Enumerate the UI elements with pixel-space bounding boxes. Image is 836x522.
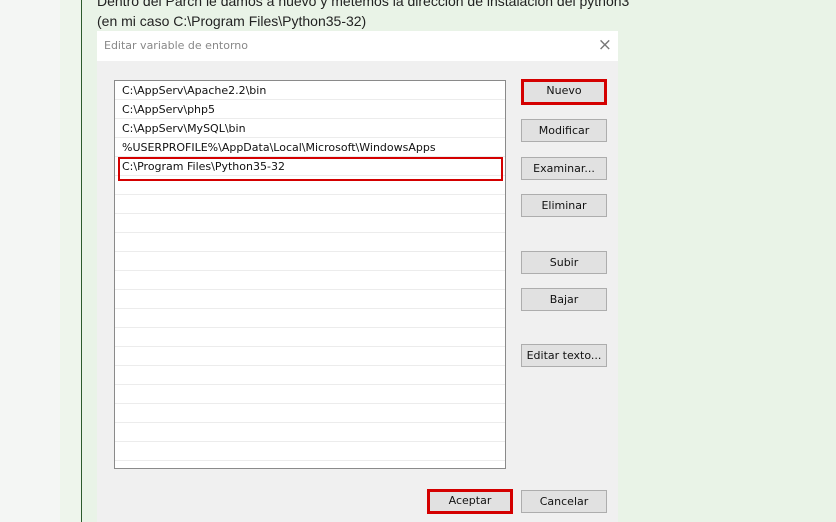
path-list-item[interactable] bbox=[115, 347, 505, 366]
left-pane bbox=[0, 0, 60, 522]
path-list-item[interactable]: C:\AppServ\php5 bbox=[115, 100, 505, 119]
new-button[interactable]: Nuevo bbox=[521, 79, 607, 105]
cancel-button[interactable]: Cancelar bbox=[521, 490, 607, 513]
path-list-item[interactable]: %USERPROFILE%\AppData\Local\Microsoft\Wi… bbox=[115, 138, 505, 157]
path-list-item[interactable]: C:\Program Files\Python35-32 bbox=[115, 157, 505, 176]
path-list-item[interactable] bbox=[115, 290, 505, 309]
path-list-item[interactable] bbox=[115, 423, 505, 442]
article-text: Dentro del Parch le damos a nuevo y mete… bbox=[97, 0, 630, 9]
delete-button[interactable]: Eliminar bbox=[521, 194, 607, 217]
move-down-button[interactable]: Bajar bbox=[521, 288, 607, 311]
title-bar: Editar variable de entorno × bbox=[97, 31, 618, 61]
move-up-button[interactable]: Subir bbox=[521, 251, 607, 274]
path-list-item[interactable] bbox=[115, 176, 505, 195]
path-list-item[interactable] bbox=[115, 195, 505, 214]
path-list-item[interactable] bbox=[115, 309, 505, 328]
path-list-item[interactable] bbox=[115, 271, 505, 290]
path-list-item[interactable] bbox=[115, 461, 505, 468]
path-list-item[interactable] bbox=[115, 328, 505, 347]
article-text: (en mi caso C:\Program Files\Python35-32… bbox=[97, 13, 367, 29]
path-list-item[interactable] bbox=[115, 214, 505, 233]
path-list-item[interactable] bbox=[115, 233, 505, 252]
edit-env-variable-dialog: Editar variable de entorno × C:\AppServ\… bbox=[97, 31, 618, 522]
dialog-title: Editar variable de entorno bbox=[104, 39, 248, 52]
path-list-item[interactable] bbox=[115, 366, 505, 385]
path-list-item[interactable] bbox=[115, 404, 505, 423]
path-list-item[interactable] bbox=[115, 442, 505, 461]
browse-button[interactable]: Examinar... bbox=[521, 157, 607, 180]
path-list-item[interactable] bbox=[115, 385, 505, 404]
path-list-item[interactable]: C:\AppServ\MySQL\bin bbox=[115, 119, 505, 138]
margin bbox=[60, 0, 81, 522]
edit-button[interactable]: Modificar bbox=[521, 119, 607, 142]
path-list-item[interactable]: C:\AppServ\Apache2.2\bin bbox=[115, 81, 505, 100]
close-icon[interactable]: × bbox=[598, 35, 612, 55]
edit-text-button[interactable]: Editar texto... bbox=[521, 344, 607, 367]
divider bbox=[81, 0, 82, 522]
path-list[interactable]: C:\AppServ\Apache2.2\bin C:\AppServ\php5 C… bbox=[114, 80, 506, 469]
path-list-item[interactable] bbox=[115, 252, 505, 271]
ok-button[interactable]: Aceptar bbox=[427, 489, 513, 514]
